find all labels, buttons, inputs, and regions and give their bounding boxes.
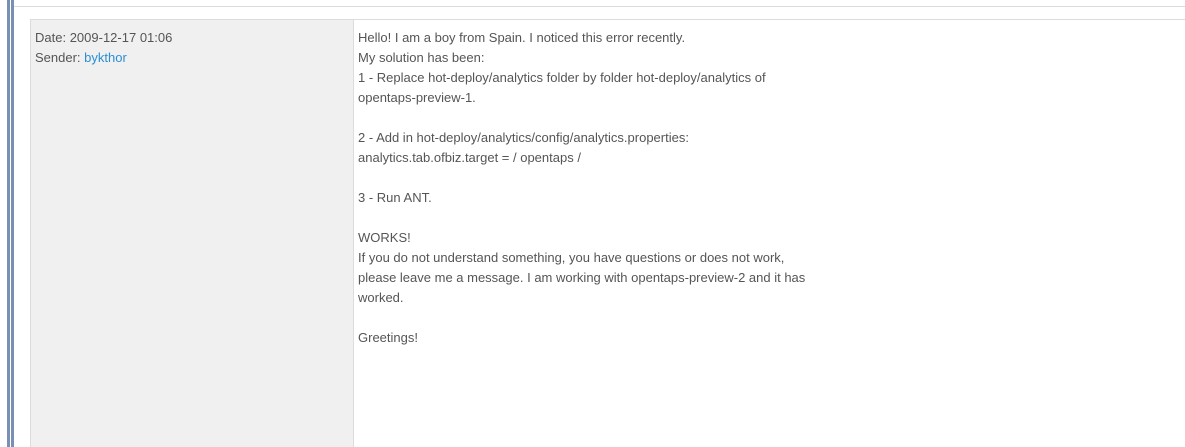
message-meta: Date: 2009-12-17 01:06 Sender: bykthor <box>31 20 354 447</box>
body-line <box>358 308 1185 328</box>
body-line <box>358 208 1185 228</box>
sender-label: Sender: <box>35 50 81 65</box>
body-line: Greetings! <box>358 330 418 345</box>
forum-page: Date: 2009-12-17 01:06 Sender: bykthor H… <box>0 0 1185 447</box>
message-row: Date: 2009-12-17 01:06 Sender: bykthor H… <box>30 19 1185 447</box>
divider <box>14 6 1185 7</box>
body-line: 1 - Replace hot-deploy/analytics folder … <box>358 70 766 85</box>
sender-link[interactable]: bykthor <box>84 50 127 65</box>
body-line: My solution has been: <box>358 50 485 65</box>
frame-border-inner <box>11 0 14 447</box>
body-line: Hello! I am a boy from Spain. I noticed … <box>358 30 686 45</box>
body-line: WORKS! <box>358 230 411 245</box>
message-date: Date: 2009-12-17 01:06 <box>35 28 353 48</box>
date-value: 2009-12-17 01:06 <box>69 30 173 45</box>
body-line <box>358 108 1185 128</box>
frame-border-outer <box>7 0 10 447</box>
body-line <box>358 168 1185 188</box>
body-line: please leave me a message. I am working … <box>358 270 806 285</box>
body-line: 2 - Add in hot-deploy/analytics/config/a… <box>358 130 689 145</box>
message-sender: Sender: bykthor <box>35 48 353 68</box>
body-line: analytics.tab.ofbiz.target = / opentaps … <box>358 150 581 165</box>
body-line: worked. <box>358 290 404 305</box>
body-line: opentaps-preview-1. <box>358 90 476 105</box>
body-line: 3 - Run ANT. <box>358 190 432 205</box>
date-label: Date: <box>35 30 67 45</box>
message-body: Hello! I am a boy from Spain. I noticed … <box>354 20 1185 447</box>
body-line: If you do not understand something, you … <box>358 250 785 265</box>
